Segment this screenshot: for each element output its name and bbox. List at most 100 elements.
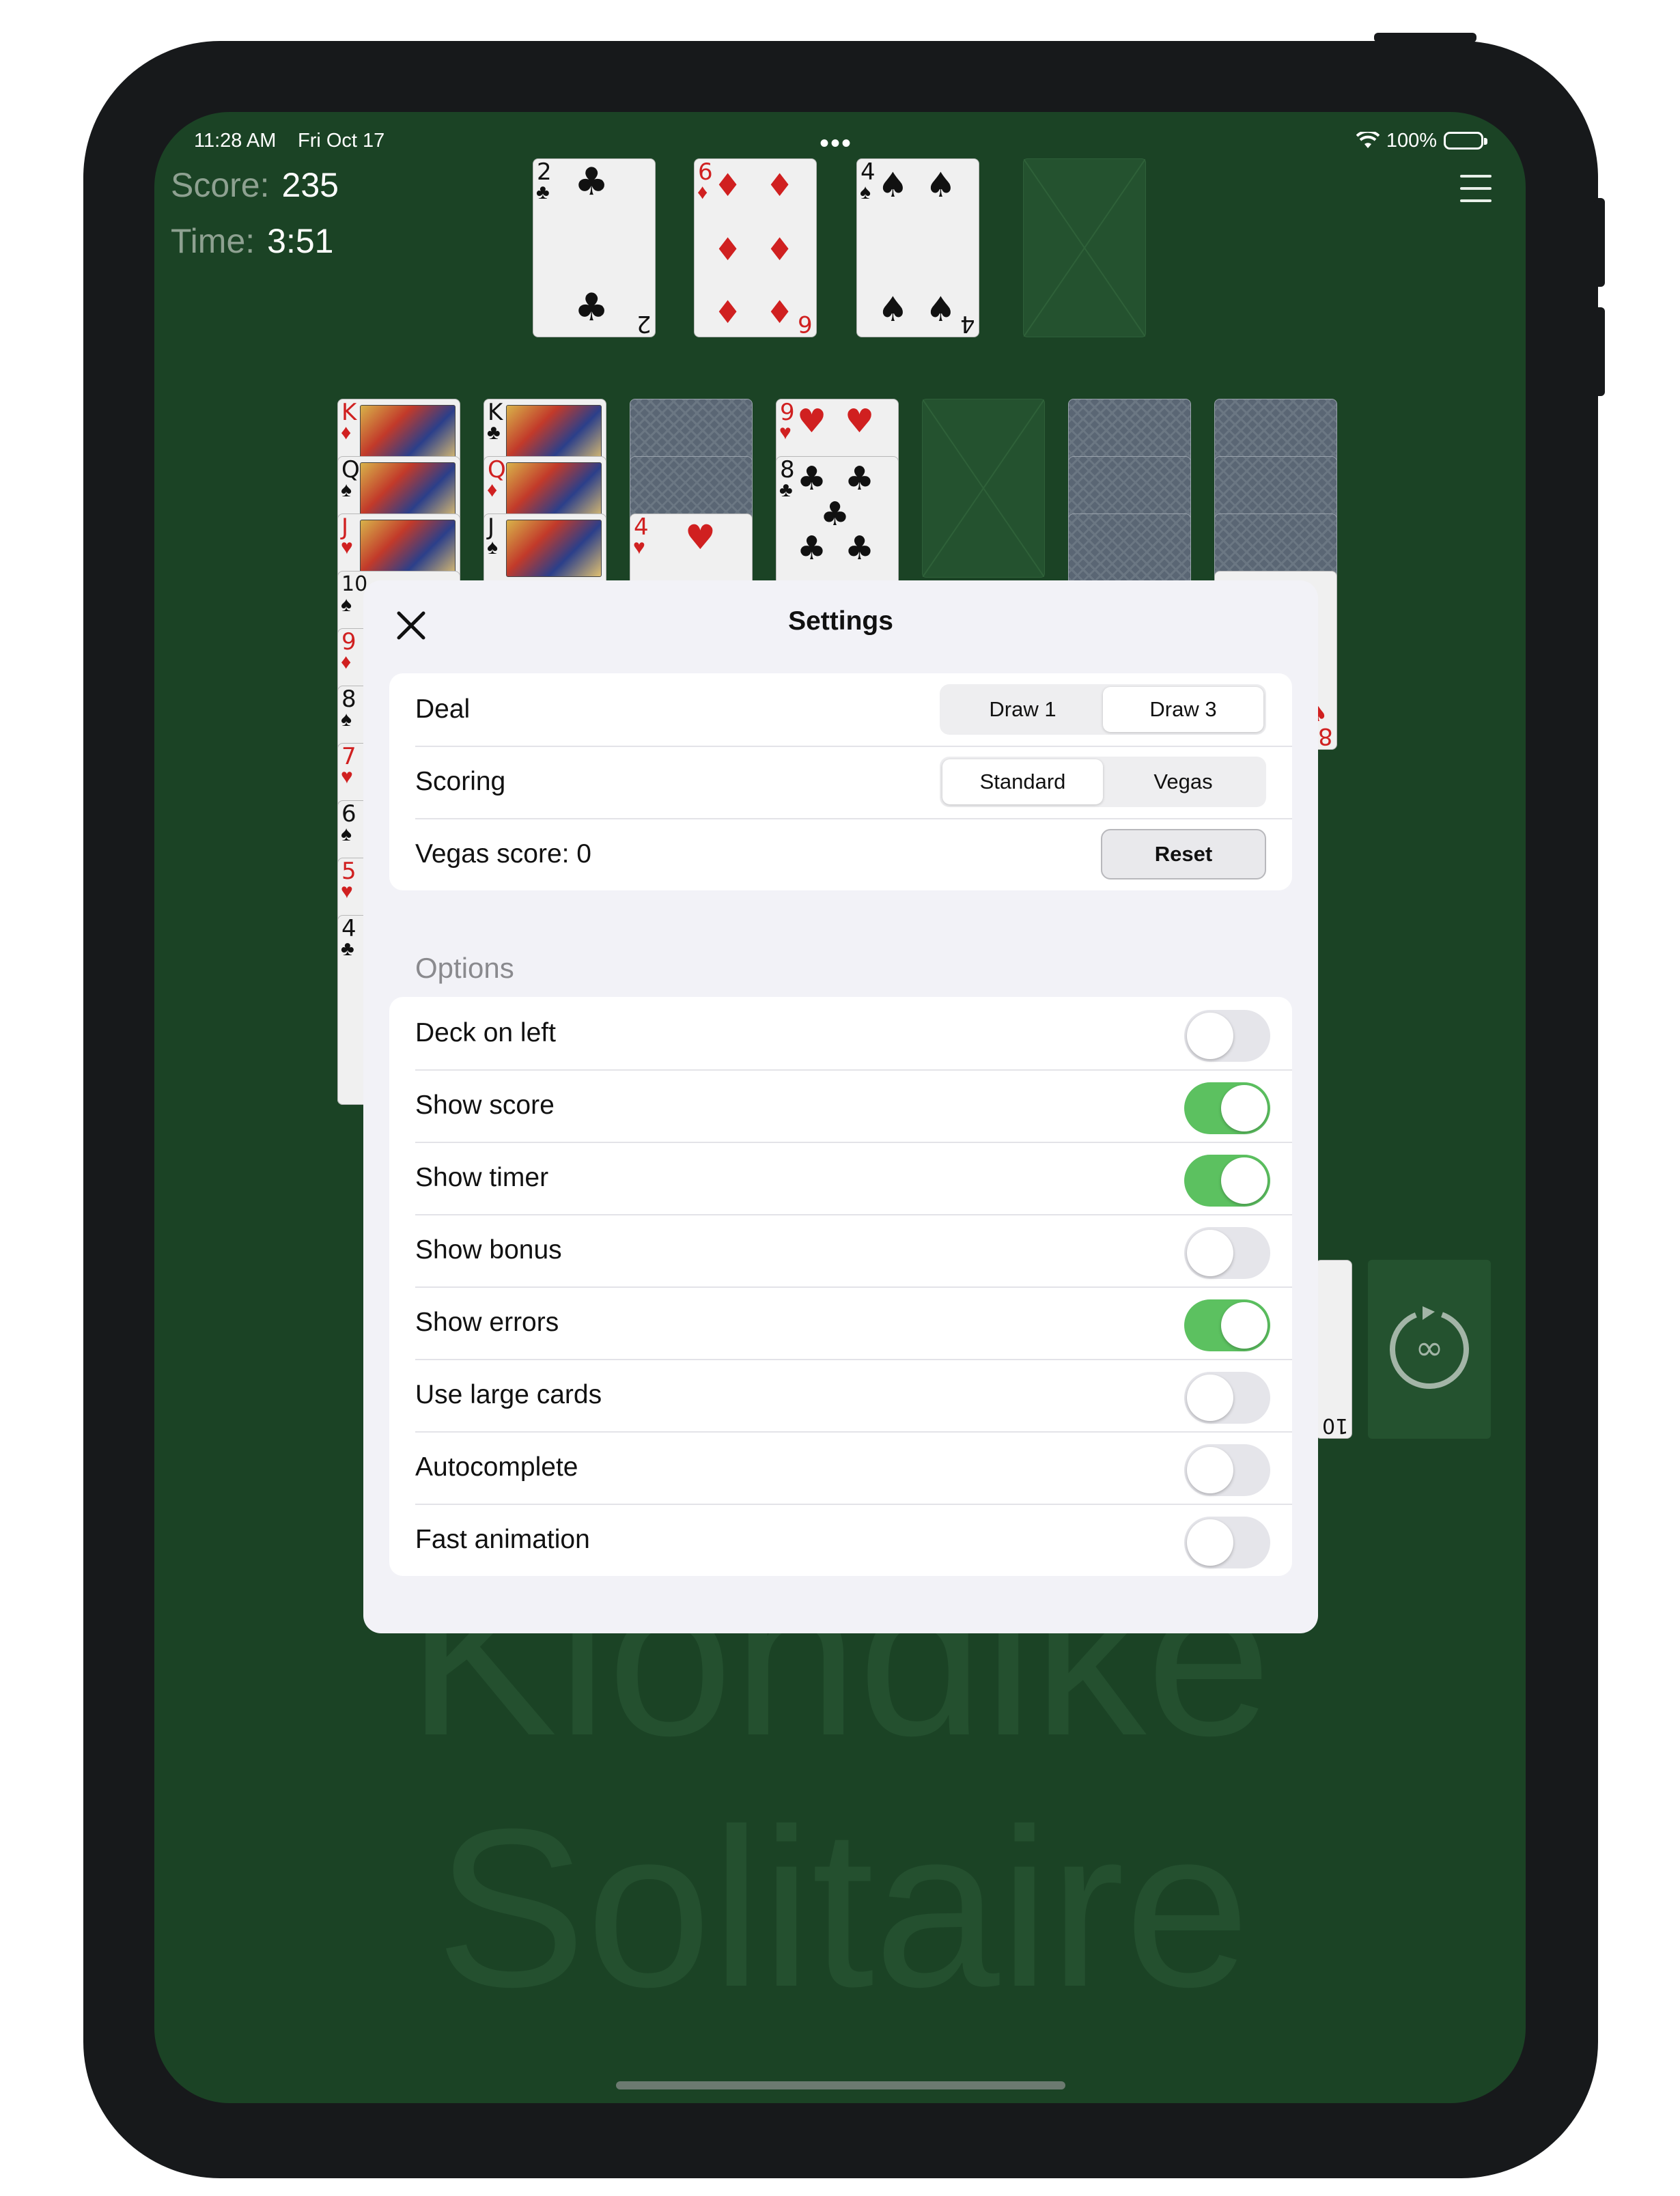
time-value: 3:51: [267, 222, 334, 260]
option-label: Show score: [415, 1090, 555, 1120]
fast-animation-toggle[interactable]: [1184, 1517, 1270, 1568]
card-suit: ♣: [341, 938, 354, 960]
redeal-icon: ∞: [1390, 1306, 1469, 1389]
card-pip: ♠: [925, 165, 956, 205]
card-rank: K: [341, 399, 357, 426]
card-suit: ♦: [341, 421, 352, 444]
jack-face-art: [360, 520, 456, 577]
card-rank: 4: [860, 158, 876, 186]
show-score-toggle[interactable]: [1184, 1082, 1270, 1134]
card-suit: ♣: [536, 181, 550, 203]
card-suit: ♠: [341, 593, 352, 616]
option-label: Show timer: [415, 1163, 549, 1192]
card-suit: ♥: [341, 765, 353, 788]
card-rank: 8: [341, 686, 356, 713]
status-time: 11:28 AM: [194, 130, 277, 152]
card-suit: ♦: [487, 479, 498, 501]
queen-face-art: [360, 462, 456, 520]
card-suit: ♣: [779, 479, 793, 501]
card-pip: ♣: [797, 529, 827, 567]
show-timer-toggle[interactable]: [1184, 1155, 1270, 1207]
battery-percent: 100%: [1386, 130, 1437, 152]
card-suit: ♥: [341, 880, 353, 903]
card-rank: 8: [780, 456, 795, 483]
card-rank: 7: [341, 743, 356, 770]
waste-card[interactable]: 6 ♦ ♦ ♦ ♦ ♦ ♦ ♦ 6: [694, 158, 817, 337]
show-bonus-toggle[interactable]: [1184, 1227, 1270, 1279]
card-pip: ♦: [714, 167, 742, 203]
vegas-score-row: Vegas score: 0 Reset: [389, 818, 1292, 890]
scoring-row: Scoring Standard Vegas: [389, 746, 1292, 818]
reset-button[interactable]: Reset: [1101, 829, 1266, 879]
deal-row: Deal Draw 1 Draw 3: [389, 673, 1292, 746]
card-rank: 9: [780, 399, 795, 426]
wifi-icon: [1356, 132, 1380, 150]
card-rank-bottom: 6: [798, 310, 813, 337]
autocomplete-toggle[interactable]: [1184, 1444, 1270, 1496]
card-rank: J: [341, 513, 349, 541]
empty-tableau-slot[interactable]: [922, 399, 1045, 578]
card-rank: 2: [537, 158, 552, 186]
card-suit: ♠: [341, 823, 352, 845]
status-right: 100%: [1356, 120, 1487, 161]
card-suit: ♣: [487, 421, 501, 444]
svg-text:∞: ∞: [1415, 1328, 1444, 1368]
option-row-deck-on-left: Deck on left: [389, 997, 1292, 1069]
options-group: Deck on left Show score Show timer Show …: [389, 997, 1292, 1576]
card-pip: ♣: [797, 460, 827, 498]
status-date: Fri Oct 17: [298, 130, 385, 152]
option-row-show-timer: Show timer: [389, 1142, 1292, 1214]
redeal-button[interactable]: ∞: [1368, 1260, 1491, 1439]
game-settings-group: Deal Draw 1 Draw 3 Scoring Standard Vega…: [389, 673, 1292, 890]
card-pip: ♣: [845, 460, 875, 498]
card-pip: ♠: [878, 165, 908, 205]
card-rank: 6: [698, 158, 713, 186]
card-rank: Q: [488, 456, 506, 483]
home-indicator[interactable]: [616, 2081, 1065, 2089]
option-label: Autocomplete: [415, 1452, 578, 1482]
foundation-slot[interactable]: [1023, 158, 1146, 337]
option-label: Use large cards: [415, 1380, 602, 1409]
option-label: Fast animation: [415, 1525, 590, 1554]
card-rank: 4: [341, 915, 356, 942]
menu-icon[interactable]: [1460, 175, 1492, 202]
option-row-show-bonus: Show bonus: [389, 1214, 1292, 1286]
multitasking-dots[interactable]: •••: [820, 123, 852, 164]
options-header: Options: [415, 952, 514, 984]
option-row-use-large-cards: Use large cards: [389, 1359, 1292, 1431]
vegas-option[interactable]: Vegas: [1103, 759, 1263, 804]
waste-card-top[interactable]: 4 ♠ ♠ ♠ ♠ ♠ 4: [856, 158, 979, 337]
card-suit: ♦: [341, 651, 352, 673]
vegas-score-label: Vegas score: 0: [415, 839, 591, 869]
draw-3-option[interactable]: Draw 3: [1103, 687, 1263, 732]
standard-option[interactable]: Standard: [942, 759, 1103, 804]
card-suit: ♠: [860, 181, 871, 203]
stock-card[interactable]: 10: [1315, 1260, 1352, 1439]
card-pip: ♥: [797, 402, 827, 440]
card-pip: ♥: [845, 402, 875, 440]
card-pip: ♦: [766, 294, 794, 330]
settings-title: Settings: [788, 606, 893, 636]
card-suit: ♥: [341, 536, 353, 559]
option-row-show-score: Show score: [389, 1069, 1292, 1142]
score-value: 235: [281, 166, 339, 204]
king-face-art: [506, 405, 602, 462]
card-rank-bottom: 10: [1321, 1413, 1348, 1437]
watermark-solitaire: Solitaire: [436, 1782, 1250, 2033]
card-pip: ♦: [766, 231, 794, 268]
option-label: Show errors: [415, 1308, 559, 1337]
card-rank: Q: [341, 456, 360, 483]
draw-1-option[interactable]: Draw 1: [942, 687, 1103, 732]
card-suit: ♥: [633, 536, 645, 559]
card-suit: ♦: [697, 181, 708, 203]
waste-card[interactable]: 2 ♣ ♣ ♣ 2: [533, 158, 656, 337]
card-rank-bottom: 2: [636, 310, 652, 337]
option-row-fast-animation: Fast animation: [389, 1504, 1292, 1576]
top-button: [1374, 33, 1476, 42]
card-pip: ♦: [714, 294, 742, 330]
show-errors-toggle[interactable]: [1184, 1299, 1270, 1351]
deck-on-left-toggle[interactable]: [1184, 1010, 1270, 1062]
deal-segmented-control: Draw 1 Draw 3: [940, 684, 1266, 735]
card-suit: ♠: [487, 536, 498, 559]
use-large-cards-toggle[interactable]: [1184, 1372, 1270, 1424]
